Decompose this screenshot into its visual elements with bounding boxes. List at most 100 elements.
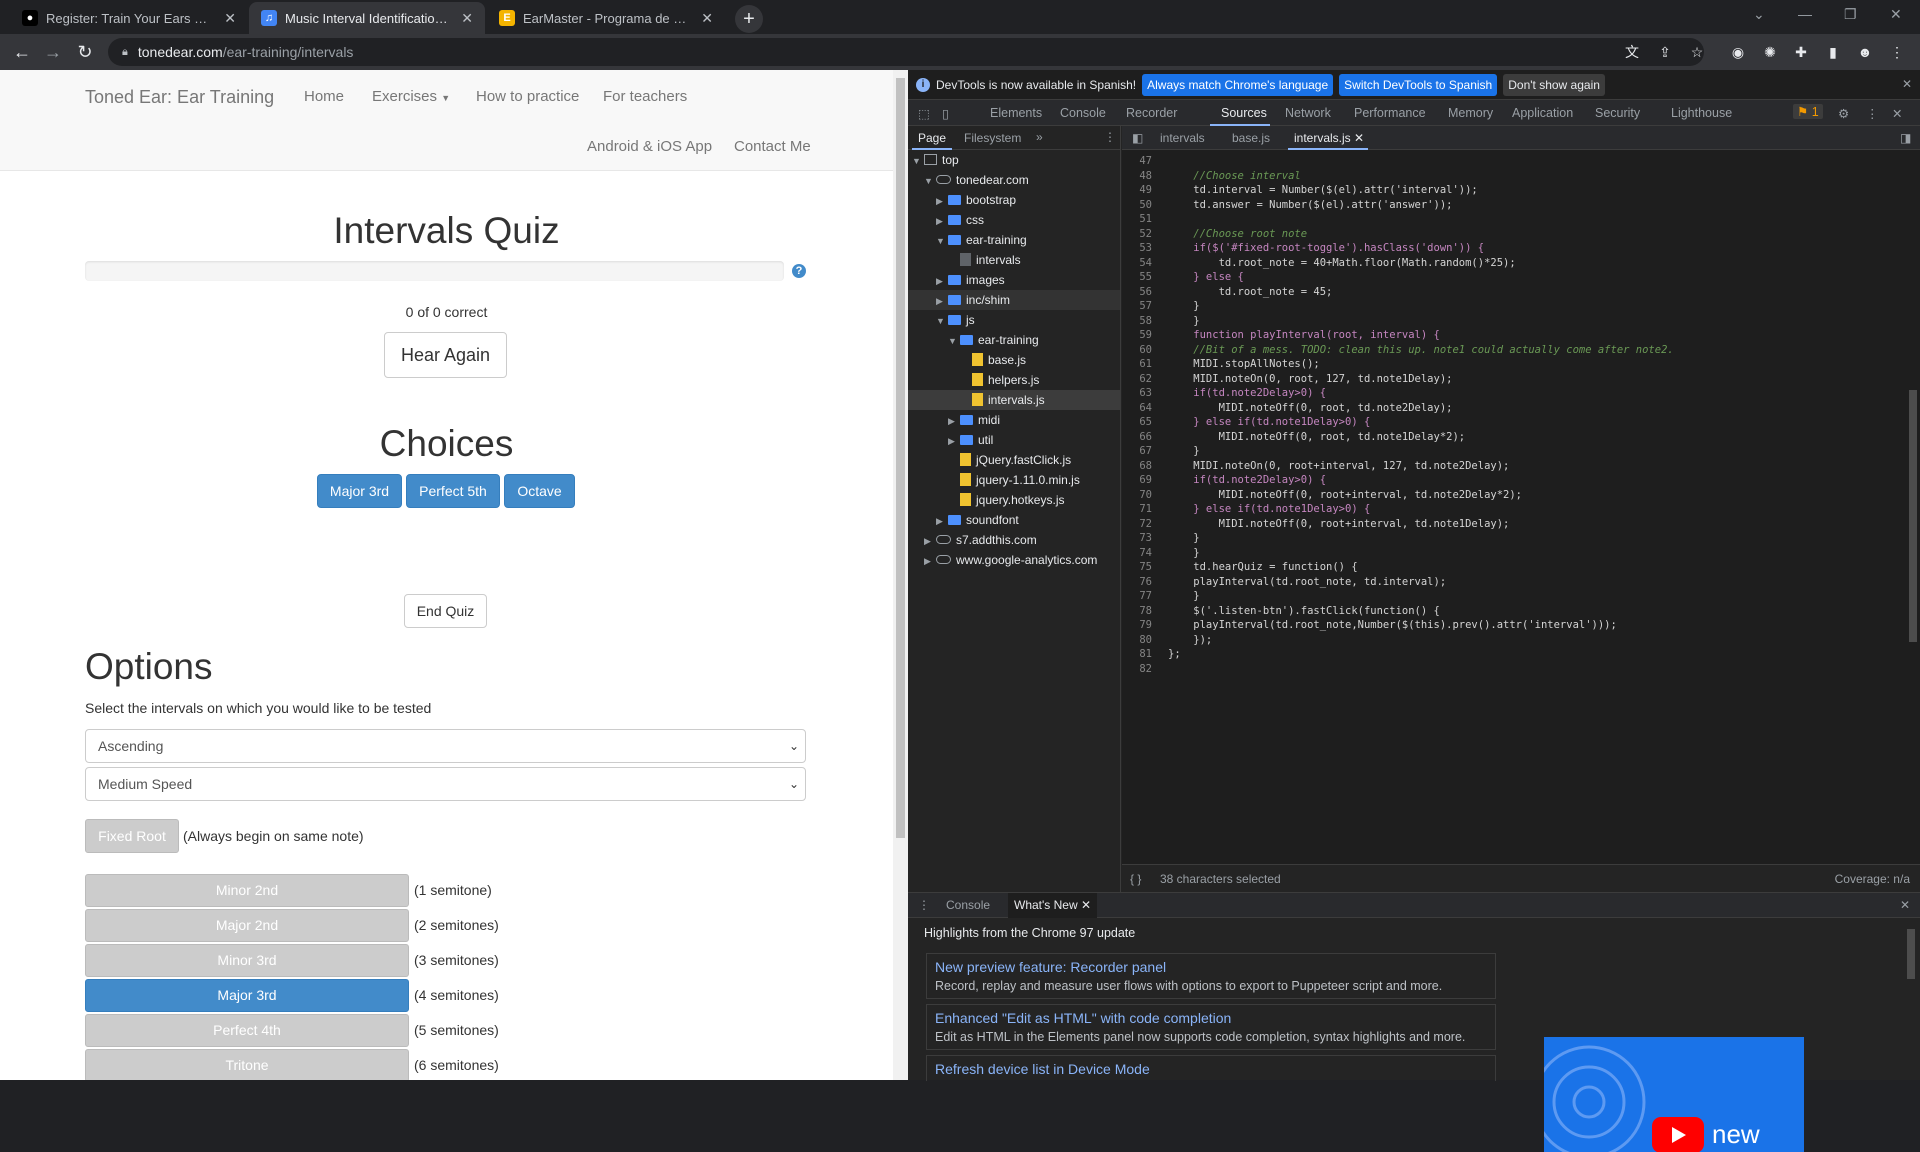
interval-toggle-tritone[interactable]: Tritone bbox=[85, 1049, 409, 1080]
switch-language-button[interactable]: Switch DevTools to Spanish bbox=[1339, 73, 1498, 96]
browser-tab-earmaster[interactable]: E EarMaster - Programa de Solfeo ✕ bbox=[487, 2, 725, 34]
address-bar[interactable]: 🔒︎ tonedear.com/ear-training/intervals bbox=[108, 38, 1704, 66]
device-toolbar-icon[interactable]: ▯ bbox=[942, 106, 949, 121]
youtube-play-icon[interactable] bbox=[1652, 1117, 1704, 1152]
close-tab-icon[interactable]: ✕ bbox=[1081, 898, 1091, 912]
extension-gear-icon[interactable]: ✺ bbox=[1760, 42, 1780, 62]
line-number[interactable]: 47 bbox=[1122, 154, 1152, 169]
pretty-print-icon[interactable]: { } bbox=[1130, 865, 1141, 893]
whats-new-card[interactable]: Refresh device list in Device Mode bbox=[926, 1055, 1496, 1081]
tree-item-domain[interactable]: ▶ s7.addthis.com bbox=[924, 530, 1037, 550]
nav-how-to-practice-link[interactable]: How to practice bbox=[476, 88, 579, 105]
tree-item-file[interactable]: jQuery.fastClick.js bbox=[948, 450, 1071, 470]
line-number[interactable]: 68 bbox=[1122, 459, 1152, 474]
extension-avatar-icon[interactable]: ◉ bbox=[1728, 42, 1748, 62]
nav-contact-link[interactable]: Contact Me bbox=[734, 138, 811, 155]
tree-item-file[interactable]: jquery.hotkeys.js bbox=[948, 490, 1064, 510]
nav-for-teachers-link[interactable]: For teachers bbox=[603, 88, 687, 105]
line-number[interactable]: 80 bbox=[1122, 633, 1152, 648]
help-icon[interactable]: ? bbox=[792, 264, 806, 278]
tree-item-folder[interactable]: ▼ js bbox=[936, 310, 975, 330]
line-number[interactable]: 56 bbox=[1122, 285, 1152, 300]
end-quiz-button[interactable]: End Quiz bbox=[404, 594, 487, 628]
tree-item-folder[interactable]: ▶ soundfont bbox=[936, 510, 1019, 530]
line-number[interactable]: 54 bbox=[1122, 256, 1152, 271]
tree-item-domain[interactable]: ▶ www.google-analytics.com bbox=[924, 550, 1097, 570]
navigator-menu-icon[interactable]: ⋮ bbox=[1104, 130, 1116, 144]
tree-item-folder[interactable]: ▶ inc/shim bbox=[908, 290, 1120, 310]
line-number[interactable]: 79 bbox=[1122, 618, 1152, 633]
tree-item-folder[interactable]: ▶ util bbox=[948, 430, 993, 450]
tree-item-folder[interactable]: ▼ ear-training bbox=[936, 230, 1027, 250]
line-number[interactable]: 67 bbox=[1122, 444, 1152, 459]
drawer-tab-console[interactable]: Console bbox=[946, 898, 990, 912]
line-number[interactable]: 65 bbox=[1122, 415, 1152, 430]
line-number[interactable]: 77 bbox=[1122, 589, 1152, 604]
editor-tab-intervals-js[interactable]: intervals.js ✕ bbox=[1294, 131, 1364, 145]
translate-icon[interactable]: 文 bbox=[1622, 42, 1642, 62]
match-language-button[interactable]: Always match Chrome's language bbox=[1142, 73, 1334, 96]
more-tabs-icon[interactable]: » bbox=[1036, 130, 1043, 144]
line-number[interactable]: 52 bbox=[1122, 227, 1152, 242]
line-number[interactable]: 48 bbox=[1122, 169, 1152, 184]
reload-icon[interactable]: ↻ bbox=[73, 40, 97, 64]
drawer-scrollbar-thumb[interactable] bbox=[1907, 929, 1915, 979]
tree-item-file-selected[interactable]: intervals.js bbox=[908, 390, 1120, 410]
line-number[interactable]: 61 bbox=[1122, 357, 1152, 372]
line-number[interactable]: 50 bbox=[1122, 198, 1152, 213]
editor-tab-intervals[interactable]: intervals bbox=[1160, 131, 1205, 145]
tab-elements[interactable]: Elements bbox=[990, 106, 1042, 120]
tab-console[interactable]: Console bbox=[1060, 106, 1106, 120]
fixed-root-toggle[interactable]: Fixed Root bbox=[85, 819, 179, 853]
speed-select[interactable]: Medium Speed ⌄ bbox=[85, 767, 806, 801]
issues-badge[interactable]: ⚑ 1 bbox=[1793, 104, 1823, 119]
direction-select[interactable]: Ascending ⌄ bbox=[85, 729, 806, 763]
line-number[interactable]: 59 bbox=[1122, 328, 1152, 343]
new-tab-button[interactable]: + bbox=[735, 5, 763, 33]
line-number[interactable]: 71 bbox=[1122, 502, 1152, 517]
line-number[interactable]: 57 bbox=[1122, 299, 1152, 314]
tab-performance[interactable]: Performance bbox=[1354, 106, 1426, 120]
line-number[interactable]: 58 bbox=[1122, 314, 1152, 329]
line-number[interactable]: 63 bbox=[1122, 386, 1152, 401]
page-scrollbar[interactable] bbox=[893, 70, 908, 1080]
editor-tab-base-js[interactable]: base.js bbox=[1232, 131, 1270, 145]
interval-toggle-major-3rd[interactable]: Major 3rd bbox=[85, 979, 409, 1012]
tab-application[interactable]: Application bbox=[1512, 106, 1573, 120]
line-number[interactable]: 66 bbox=[1122, 430, 1152, 445]
tree-item-file[interactable]: intervals bbox=[948, 250, 1021, 270]
choice-button-octave[interactable]: Octave bbox=[504, 474, 575, 508]
drawer-menu-icon[interactable]: ⋮ bbox=[918, 898, 930, 912]
minimize-icon[interactable]: — bbox=[1798, 6, 1812, 22]
tab-lighthouse[interactable]: Lighthouse bbox=[1671, 106, 1732, 120]
tab-security[interactable]: Security bbox=[1595, 106, 1640, 120]
choice-button-perfect-5th[interactable]: Perfect 5th bbox=[406, 474, 500, 508]
close-tab-icon[interactable]: ✕ bbox=[701, 10, 713, 27]
whats-new-video-thumbnail[interactable]: new bbox=[1544, 1037, 1804, 1152]
close-devtools-icon[interactable]: ✕ bbox=[1892, 106, 1902, 121]
tree-item-domain[interactable]: ▼ tonedear.com bbox=[924, 170, 1029, 190]
drawer-scrollbar[interactable] bbox=[1906, 921, 1916, 1081]
hear-again-button[interactable]: Hear Again bbox=[384, 332, 507, 378]
site-brand-link[interactable]: Toned Ear: Ear Training bbox=[85, 87, 274, 108]
tree-item-file[interactable]: base.js bbox=[960, 350, 1026, 370]
line-number[interactable]: 70 bbox=[1122, 488, 1152, 503]
toggle-debugger-icon[interactable]: ◨ bbox=[1900, 131, 1911, 145]
tree-item-folder[interactable]: ▼ ear-training bbox=[948, 330, 1039, 350]
tree-item-folder[interactable]: ▶ images bbox=[936, 270, 1005, 290]
tab-network[interactable]: Network bbox=[1285, 106, 1331, 120]
close-drawer-icon[interactable]: ✕ bbox=[1900, 898, 1910, 912]
dont-show-again-button[interactable]: Don't show again bbox=[1503, 73, 1605, 96]
nav-home-link[interactable]: Home bbox=[304, 88, 344, 105]
navigator-tab-filesystem[interactable]: Filesystem bbox=[964, 131, 1021, 145]
tree-item-folder[interactable]: ▶ css bbox=[936, 210, 984, 230]
restore-icon[interactable]: ❐ bbox=[1844, 6, 1857, 23]
editor-scrollbar[interactable] bbox=[1906, 150, 1920, 864]
page-scrollbar-thumb[interactable] bbox=[896, 78, 905, 838]
tree-item-file[interactable]: jquery-1.11.0.min.js bbox=[948, 470, 1080, 490]
tree-item-folder[interactable]: ▶ bootstrap bbox=[936, 190, 1016, 210]
close-tab-icon[interactable]: ✕ bbox=[1354, 131, 1364, 145]
profile-avatar-icon[interactable]: ☻ bbox=[1855, 42, 1875, 62]
side-panel-icon[interactable]: ▮ bbox=[1823, 42, 1843, 62]
tree-item-top[interactable]: ▼ top bbox=[912, 150, 959, 170]
